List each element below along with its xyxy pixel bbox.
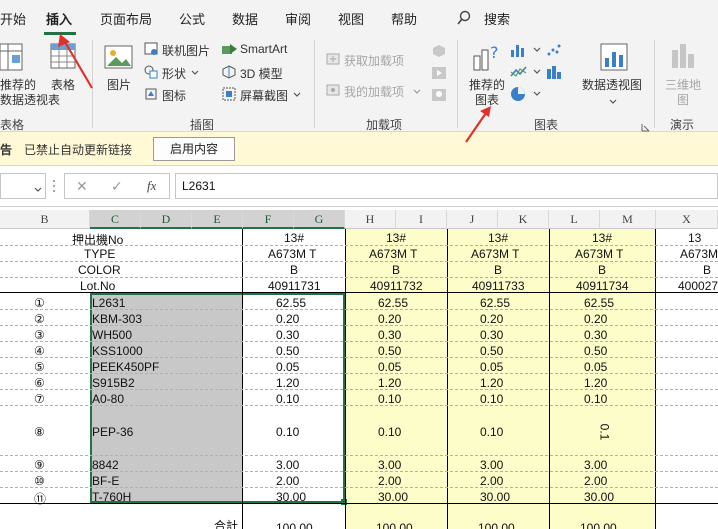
excel-window: { "tabs": [ {"label": "开始", "active": fa… bbox=[0, 0, 718, 529]
arrow-to-recommended-charts bbox=[465, 106, 491, 143]
arrow-to-insert-tab bbox=[58, 34, 93, 89]
annotation-arrows bbox=[58, 34, 491, 143]
